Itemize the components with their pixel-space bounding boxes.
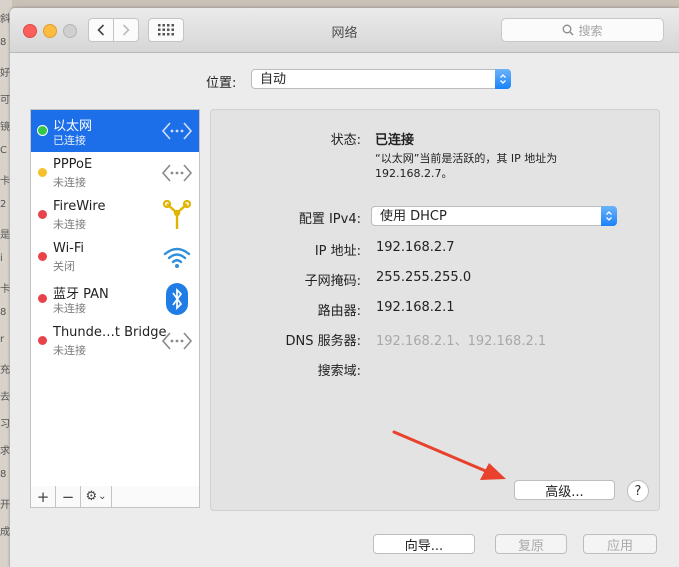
ethernet-icon [161,115,193,147]
remove-service-button[interactable]: − [56,486,81,507]
background-glyph: 成 [0,527,10,538]
background-glyph: 镜 [0,122,10,133]
service-status: 未连接 [53,344,86,357]
background-glyph: 斜 [0,14,10,25]
add-service-button[interactable]: + [31,486,56,507]
service-status: 未连接 [53,302,86,315]
background-glyph: 可 [0,95,10,106]
service-item[interactable]: 以太网 已连接 [31,110,199,152]
background-glyph: 开 [0,500,10,511]
background-glyph: 去 [0,392,10,403]
status-label: 状态: [330,133,361,148]
search-placeholder: 搜索 [578,23,603,38]
service-status: 未连接 [53,176,86,189]
location-select[interactable]: 自动 [251,69,511,89]
background-glyph: 8 [0,307,7,318]
background-glyph: C [0,145,7,156]
service-item[interactable]: 蓝牙 PAN 未连接 [31,278,199,320]
dns-server-label: DNS 服务器: [285,334,362,349]
configure-ipv4-value: 使用 DHCP [380,209,447,224]
help-button[interactable]: ? [627,480,649,502]
status-dot [38,126,47,135]
background-glyph: 好 [0,68,10,79]
network-preferences-window: 网络 搜索 位置: 自动 以太网 已连接 PPPoE 未连接 FireWire 未连接 Wi… [10,8,679,567]
status-dot [38,252,47,261]
background-glyph: r [0,334,5,345]
search-icon [563,24,574,36]
service-status: 未连接 [53,218,86,231]
titlebar: 网络 搜索 [10,8,679,53]
advanced-button[interactable]: 高级... [514,480,615,500]
service-list-toolbar: + − ⚙ ⌄ [30,486,200,508]
service-name: FireWire [53,199,106,214]
status-dot [38,336,47,345]
status-dot [38,168,47,177]
status-note-line-2: 192.168.2.7。 [375,167,453,180]
service-item[interactable]: PPPoE 未连接 [31,152,199,194]
background-glyph: 求 [0,446,10,457]
service-item[interactable]: Thunde…t Bridge 未连接 [31,320,199,362]
service-details-panel: 状态: 已连接 “以太网”当前是活跃的，其 IP 地址为 192.168.2.7… [210,109,660,511]
ethernet-icon [161,157,193,189]
service-status: 已连接 [53,134,86,147]
service-item[interactable]: Wi-Fi 关闭 [31,236,199,278]
background-glyph: 是 [0,230,10,241]
background-glyph: 充 [0,365,10,376]
background-glyph: 2 [0,199,7,210]
background-glyph: 习 [0,419,10,430]
ip-address-value: 192.168.2.7 [376,240,455,255]
service-name: Wi-Fi [53,241,85,256]
background-glyph: 卡 [0,284,10,295]
search-field[interactable]: 搜索 [501,18,664,42]
ip-address-label: IP 地址: [314,244,361,259]
service-name: PPPoE [53,157,93,172]
revert-button[interactable]: 复原 [495,534,567,554]
subnet-mask-value: 255.255.255.0 [376,270,472,285]
router-value: 192.168.2.1 [376,300,455,315]
background-glyph: 8 [0,469,7,480]
status-dot [38,294,47,303]
wifi-icon [161,241,193,273]
status-note-line-1: “以太网”当前是活跃的，其 IP 地址为 [375,152,558,165]
updown-chevron-icon [601,206,617,226]
subnet-mask-label: 子网掩码: [304,274,361,289]
location-value: 自动 [260,72,287,87]
search-domains-label: 搜索域: [317,364,361,379]
configure-ipv4-label: 配置 IPv4: [298,212,361,227]
router-label: 路由器: [317,304,361,319]
status-value: 已连接 [375,133,415,148]
firewire-icon [161,199,193,231]
assist-me-button[interactable]: 向导... [373,534,475,554]
bluetooth-icon [161,283,193,315]
apply-button[interactable]: 应用 [583,534,657,554]
location-label: 位置: [206,76,237,91]
service-actions-button[interactable]: ⚙ ⌄ [81,486,112,507]
dns-server-value: 192.168.2.1、192.168.2.1 [376,334,547,349]
network-service-list: 以太网 已连接 PPPoE 未连接 FireWire 未连接 Wi-Fi 关闭蓝牙 PAN 未连… [30,109,200,488]
background-glyph: 卡 [0,176,10,187]
background-glyph: 8 [0,37,7,48]
gear-icon: ⚙ [85,489,98,504]
ethernet-icon [161,325,193,357]
status-dot [38,210,47,219]
configure-ipv4-select[interactable]: 使用 DHCP [371,206,617,226]
service-name: Thunde…t Bridge [53,325,167,340]
service-status: 关闭 [53,260,75,273]
chevron-down-icon: ⌄ [98,491,107,502]
background-glyph: i [0,253,3,264]
service-item[interactable]: FireWire 未连接 [31,194,199,236]
updown-chevron-icon [495,69,511,89]
